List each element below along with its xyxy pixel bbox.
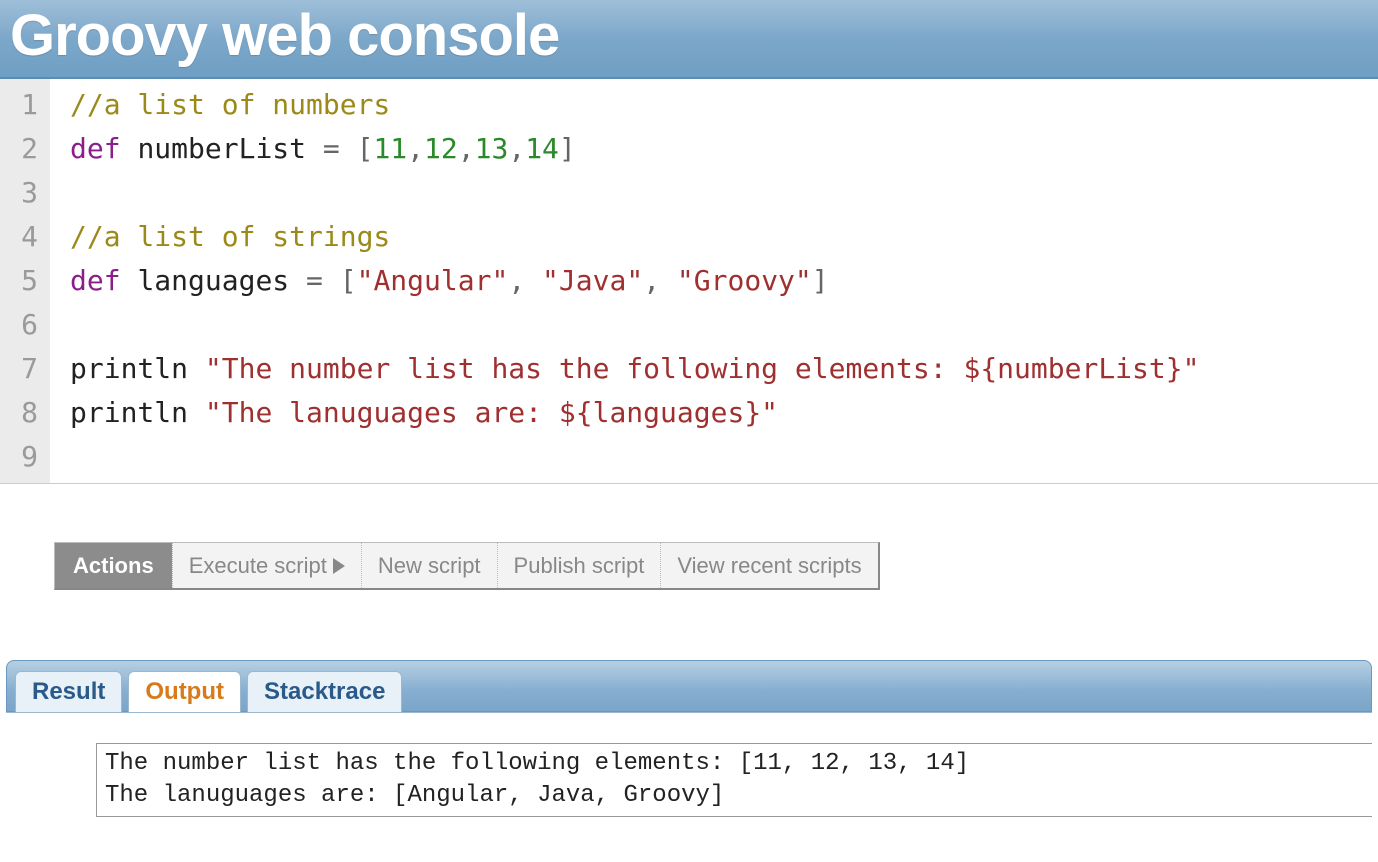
action-label: View recent scripts (677, 553, 861, 579)
code-editor[interactable]: 123456789 //a list of numbersdef numberL… (0, 79, 1378, 484)
action-label: New script (378, 553, 481, 579)
line-number: 2 (4, 127, 42, 171)
results-tabs: ResultOutputStacktrace (6, 660, 1372, 712)
output-text: The number list has the following elemen… (96, 743, 1372, 817)
actions-toolbar: Actions Execute script New script Publish … (54, 542, 880, 590)
page-title: Groovy web console (10, 2, 1368, 69)
code-line[interactable]: def languages = ["Angular", "Java", "Gro… (70, 259, 1199, 303)
action-label: Publish script (514, 553, 645, 579)
code-line[interactable]: //a list of numbers (70, 83, 1199, 127)
code-area[interactable]: //a list of numbersdef numberList = [11,… (50, 79, 1199, 483)
line-number: 6 (4, 303, 42, 347)
action-label: Execute script (189, 553, 327, 579)
action-view-recent-scripts[interactable]: View recent scripts (660, 543, 877, 588)
action-execute-script[interactable]: Execute script (172, 543, 361, 588)
code-line[interactable] (70, 303, 1199, 347)
action-new-script[interactable]: New script (361, 543, 497, 588)
code-line[interactable]: println "The number list has the followi… (70, 347, 1199, 391)
line-number: 7 (4, 347, 42, 391)
page-header: Groovy web console (0, 0, 1378, 79)
code-line[interactable]: //a list of strings (70, 215, 1199, 259)
actions-label: Actions (55, 543, 172, 588)
code-line[interactable] (70, 435, 1199, 479)
tab-stacktrace[interactable]: Stacktrace (247, 671, 402, 712)
tab-result[interactable]: Result (15, 671, 122, 712)
play-icon (333, 558, 345, 574)
line-number: 1 (4, 83, 42, 127)
results-panel: ResultOutputStacktrace The number list h… (0, 660, 1378, 817)
tab-output[interactable]: Output (128, 671, 241, 712)
line-number: 5 (4, 259, 42, 303)
line-gutter: 123456789 (0, 79, 50, 483)
code-line[interactable]: def numberList = [11,12,13,14] (70, 127, 1199, 171)
action-publish-script[interactable]: Publish script (497, 543, 661, 588)
line-number: 4 (4, 215, 42, 259)
code-line[interactable]: println "The lanuguages are: ${languages… (70, 391, 1199, 435)
line-number: 8 (4, 391, 42, 435)
code-line[interactable] (70, 171, 1199, 215)
line-number: 3 (4, 171, 42, 215)
line-number: 9 (4, 435, 42, 479)
